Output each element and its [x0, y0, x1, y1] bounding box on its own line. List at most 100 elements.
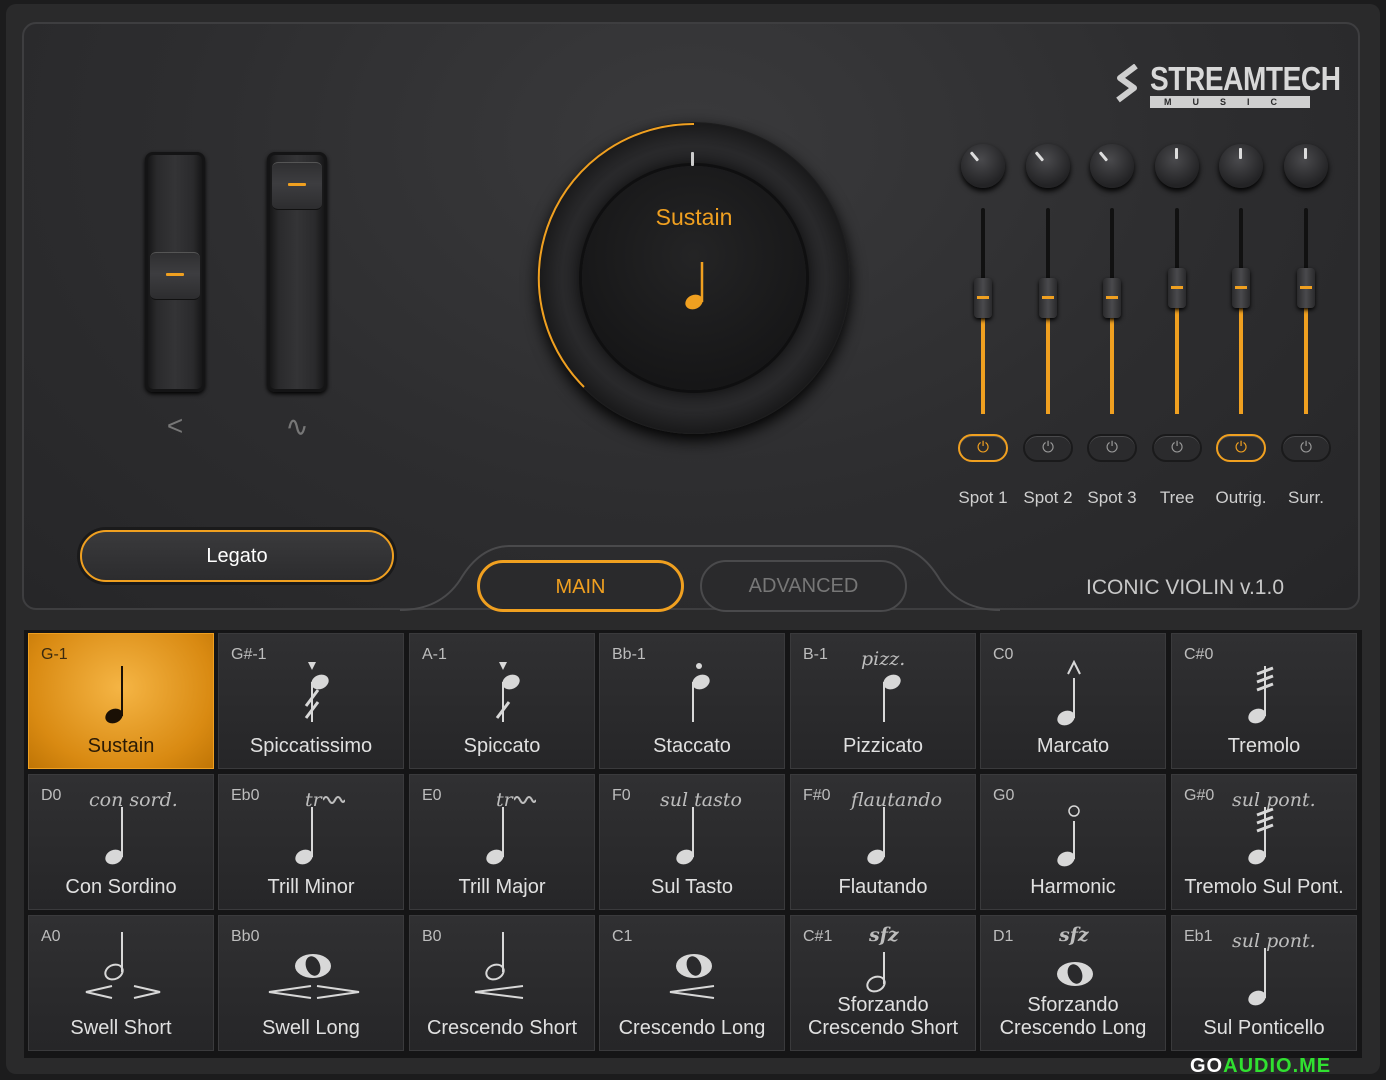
pan-knob-3[interactable]: [1090, 144, 1134, 188]
articulation-cell-trill-minor[interactable]: Eb0 tr Trill Minor: [218, 774, 404, 910]
fader-track-6[interactable]: [1304, 208, 1308, 414]
fader-thumb-5[interactable]: [1232, 268, 1250, 308]
key-label: G-1: [41, 646, 68, 663]
tab-advanced[interactable]: ADVANCED: [700, 560, 907, 612]
note-icon: [1248, 807, 1274, 865]
articulation-cell-swell-short[interactable]: A0 Swell Short: [28, 915, 214, 1051]
articulation-cell-spiccato[interactable]: A-1 Spiccato: [409, 633, 595, 769]
vibrato-slider-thumb[interactable]: [272, 162, 322, 210]
note-icon: [883, 674, 901, 722]
note-icon: [268, 954, 360, 999]
watermark: GOAUDIO.ME: [1190, 1055, 1331, 1078]
articulation-cell-spiccatissimo[interactable]: G#-1 Spiccatissimo: [218, 633, 404, 769]
articulation-label: Crescendo Short: [426, 1017, 578, 1039]
power-icon[interactable]: ⏻: [1152, 434, 1202, 462]
articulation-cell-sforzando-crescendo-long[interactable]: D1 sfz Sforzando Crescendo Long: [980, 915, 1166, 1051]
key-label: Bb-1: [612, 646, 646, 663]
articulation-label: Spiccato: [463, 735, 541, 757]
key-label: C#0: [1184, 646, 1214, 663]
articulation-cell-pizzicato[interactable]: B-1 pizz. Pizzicato: [790, 633, 976, 769]
tab-main[interactable]: MAIN: [477, 560, 684, 612]
key-label: F#0: [803, 787, 831, 804]
knob-indicator: [1239, 148, 1242, 159]
vibrato-slider[interactable]: [267, 152, 327, 392]
channel-label: Outrig.: [1215, 488, 1267, 507]
fader-thumb-6[interactable]: [1297, 268, 1315, 308]
knob-indicator: [1304, 148, 1307, 159]
articulation-label: Sul Tasto: [651, 876, 733, 898]
fader-thumb-4[interactable]: [1168, 268, 1186, 308]
note-icon: [676, 807, 694, 865]
note-icon: [495, 662, 520, 722]
fader-thumb-1[interactable]: [974, 278, 992, 318]
articulation-label: Sul Ponticello: [1203, 1017, 1325, 1039]
articulation-cell-trill-major[interactable]: E0 tr Trill Major: [409, 774, 595, 910]
note-icon: [105, 807, 123, 865]
fader-thumb-2[interactable]: [1039, 278, 1057, 318]
articulation-label: Spiccatissimo: [249, 735, 373, 757]
pan-knob-1[interactable]: [961, 144, 1005, 188]
dynamics-slider[interactable]: [145, 152, 205, 392]
articulation-cell-marcato[interactable]: C0 Marcato: [980, 633, 1166, 769]
articulation-cell-flautando[interactable]: F#0 flautando Flautando: [790, 774, 976, 910]
knob-indicator: [1098, 151, 1109, 162]
key-label: C1: [612, 928, 633, 945]
articulation-cell-tremolo[interactable]: C#0 Tremolo: [1171, 633, 1357, 769]
articulation-cell-harmonic[interactable]: G0 Harmonic: [980, 774, 1166, 910]
articulation-label: Sustain: [87, 735, 155, 757]
pan-knob-6[interactable]: [1284, 144, 1328, 188]
key-label: G0: [993, 787, 1015, 804]
articulation-label: Trill Minor: [267, 876, 355, 898]
articulation-label: Tremolo: [1227, 735, 1301, 757]
streamtech-logo-icon: [1116, 64, 1138, 103]
dial-articulation-title: Sustain: [655, 204, 733, 230]
articulation-label: Swell Long: [262, 1017, 360, 1039]
pan-knob-5[interactable]: [1219, 144, 1263, 188]
key-label: B-1: [803, 646, 828, 663]
articulation-cell-crescendo-short[interactable]: B0 Crescendo Short: [409, 915, 595, 1051]
key-label: A-1: [422, 646, 447, 663]
articulation-label: Trill Major: [458, 876, 546, 898]
articulation-cell-sforzando-crescendo-short[interactable]: C#1 sfz Sforzando Crescendo Short: [790, 915, 976, 1051]
key-label: Bb0: [231, 928, 260, 945]
key-label: G#-1: [231, 646, 267, 663]
dial-indicator: [691, 152, 694, 166]
articulation-cell-sul-tasto[interactable]: F0 sul tasto Sul Tasto: [599, 774, 785, 910]
key-label: C#1: [803, 928, 833, 945]
fader-track-4[interactable]: [1175, 208, 1179, 414]
dynamics-slider-thumb[interactable]: [150, 252, 200, 300]
articulation-cell-tremolo-sul-pont[interactable]: G#0 sul pont. Tremolo Sul Pont.: [1171, 774, 1357, 910]
fader-thumb-3[interactable]: [1103, 278, 1121, 318]
articulation-cell-sul-ponticello[interactable]: Eb1 sul pont. Sul Ponticello: [1171, 915, 1357, 1051]
note-icon: [85, 932, 161, 999]
pan-knob-2[interactable]: [1026, 144, 1070, 188]
note-icon: [1248, 948, 1266, 1006]
pan-knob-4[interactable]: [1155, 144, 1199, 188]
power-icon[interactable]: ⏻: [1281, 434, 1331, 462]
articulation-cell-con-sordino[interactable]: D0 con sord. Con Sordino: [28, 774, 214, 910]
fader-track-5[interactable]: [1239, 208, 1243, 414]
articulation-label: Staccato: [653, 735, 731, 757]
articulation-label-line2: Crescendo Long: [999, 1017, 1147, 1039]
articulation-cell-sustain[interactable]: G-1 Sustain: [28, 633, 214, 769]
channel-label: Spot 1: [958, 488, 1008, 507]
note-icon: [1248, 666, 1274, 724]
watermark-part-b: AUDIO.ME: [1223, 1055, 1332, 1077]
power-icon[interactable]: ⏻: [1023, 434, 1073, 462]
power-icon[interactable]: ⏻: [1216, 434, 1266, 462]
articulation-label-line2: Crescendo Short: [807, 1017, 959, 1039]
note-icon: [486, 807, 504, 865]
channel-label: Surr.: [1288, 488, 1324, 507]
note-icon: [295, 807, 313, 865]
articulation-cell-staccato[interactable]: Bb-1 Staccato: [599, 633, 785, 769]
power-icon[interactable]: ⏻: [1087, 434, 1137, 462]
articulation-cell-crescendo-long[interactable]: C1 Crescendo Long: [599, 915, 785, 1051]
articulation-cell-swell-long[interactable]: Bb0 Swell Long: [218, 915, 404, 1051]
key-label: G#0: [1184, 787, 1215, 804]
articulation-label: Crescendo Long: [618, 1017, 766, 1039]
articulation-label: Con Sordino: [65, 876, 177, 898]
articulation-label: Flautando: [838, 876, 928, 898]
legato-button[interactable]: Legato: [80, 530, 394, 582]
power-icon[interactable]: ⏻: [958, 434, 1008, 462]
knob-indicator: [1034, 151, 1045, 162]
